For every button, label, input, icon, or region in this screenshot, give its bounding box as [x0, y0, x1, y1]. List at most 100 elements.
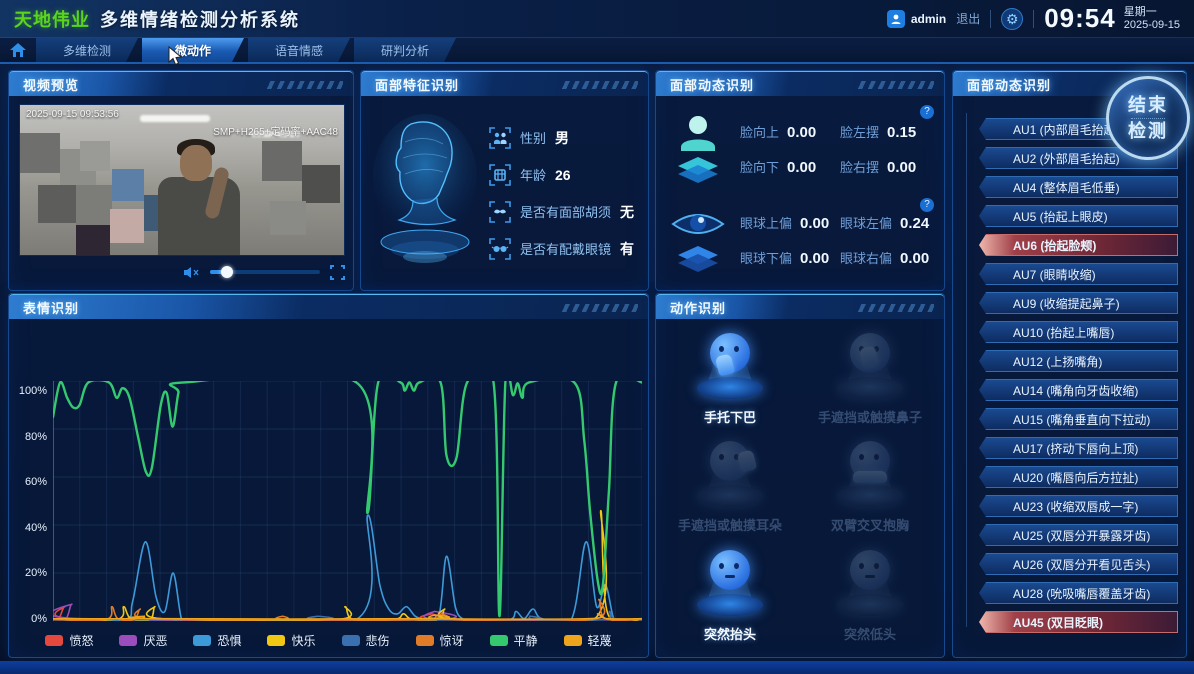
- head-pose-icon: [664, 113, 732, 185]
- panel-title: 面部特征识别: [361, 75, 459, 94]
- video-preview-panel: 视频预览 2025-09-15 09:53:56 SMP+H265+定码率+AA…: [8, 70, 354, 291]
- action-icon: [691, 441, 769, 507]
- feature-row-age: 年龄 26: [489, 164, 642, 186]
- expression-chart: 0%20% 40%60% 80%100%: [9, 319, 648, 621]
- panel-title: 视频预览: [9, 75, 79, 94]
- home-icon: [10, 43, 26, 57]
- au-item-au23: AU23 (收缩双唇成一字): [979, 495, 1178, 517]
- help-icon[interactable]: ?: [920, 105, 934, 119]
- divider: [1033, 10, 1034, 28]
- chart-legend: 愤怒 厌恶 恐惧 快乐 悲伤 惊讶 平静 轻蔑: [9, 632, 648, 649]
- line-chart: [53, 381, 642, 621]
- volume-knob[interactable]: [221, 266, 233, 278]
- head-pose-group: ? 脸向上 0.00 脸左摆 0.15 脸向: [664, 113, 936, 185]
- end-detection-button[interactable]: 结束 检测: [1106, 76, 1190, 160]
- fullscreen-icon[interactable]: [330, 265, 345, 280]
- au-status-dot: [962, 212, 971, 221]
- brand-logo: 天地伟业: [14, 6, 90, 32]
- panel-header: 面部动态识别: [656, 71, 944, 96]
- y-axis: 0%20% 40%60% 80%100%: [11, 381, 53, 621]
- header-decoration: [265, 81, 343, 89]
- gender-icon: [489, 127, 511, 149]
- face-dynamic-panel: 面部动态识别 ? 脸向上 0.00 脸左摆 0.15: [655, 70, 945, 291]
- feature-label: 是否有配戴眼镜: [520, 239, 611, 258]
- user-chip[interactable]: admin: [887, 10, 946, 28]
- au-item-au7: AU7 (眼睛收缩): [979, 263, 1178, 285]
- au-status-dot: [962, 415, 971, 424]
- feature-row-gender: 性别 男: [489, 127, 642, 149]
- au-status-dot: [962, 328, 971, 337]
- metric-face-down: 脸向下 0.00: [740, 157, 836, 176]
- au-item-au14: AU14 (嘴角向牙齿收缩): [979, 379, 1178, 401]
- clock-weekday: 星期一: [1124, 6, 1180, 19]
- button-divider: [1131, 118, 1165, 119]
- action-hand-touch-nose: 手遮挡或触摸鼻子: [800, 325, 940, 434]
- user-icon: [887, 10, 905, 28]
- tab-voice-emotion[interactable]: 语音情感: [248, 38, 350, 62]
- age-icon: [489, 164, 511, 186]
- metric-eye-left: 眼球左偏 0.24: [840, 213, 936, 232]
- metric-face-left: 脸左摆 0.15: [840, 122, 936, 141]
- metric-eye-down: 眼球下偏 0.00: [740, 248, 836, 267]
- metric-eye-up: 眼球上偏 0.00: [740, 213, 836, 232]
- feature-label: 年龄: [520, 165, 546, 184]
- action-sudden-head-down: 突然低头: [800, 542, 940, 651]
- action-icon: [831, 441, 909, 507]
- header-decoration: [856, 304, 934, 312]
- bottom-bar: [0, 661, 1194, 674]
- header-decoration: [856, 81, 934, 89]
- volume-slider[interactable]: [210, 270, 320, 274]
- au-item-au4: AU4 (整体眉毛低垂): [979, 176, 1178, 198]
- panel-header: 面部特征识别: [361, 71, 648, 96]
- au-item-au26: AU26 (双唇分开看见舌头): [979, 553, 1178, 575]
- feature-value: 男: [555, 128, 569, 148]
- panel-header: 表情识别: [9, 294, 648, 319]
- action-panel: 动作识别 手托下巴 手遮挡或触摸鼻子 手遮挡或: [655, 293, 945, 658]
- home-tab[interactable]: [0, 38, 36, 62]
- legend-surprise: 惊讶: [416, 632, 464, 649]
- action-hand-on-chin: 手托下巴: [660, 325, 800, 434]
- ceiling-light: [140, 115, 210, 122]
- tab-micro-action[interactable]: 微动作: [142, 38, 244, 62]
- au-item-au20: AU20 (嘴唇向后方拉扯): [979, 466, 1178, 488]
- panel-title: 面部动态识别: [656, 75, 754, 94]
- clock-time: 09:54: [1044, 3, 1116, 34]
- settings-gear-icon[interactable]: ⚙: [1001, 8, 1023, 30]
- feature-row-glasses: 是否有配戴眼镜 有: [489, 238, 642, 260]
- video-frame[interactable]: 2025-09-15 09:53:56 SMP+H265+定码率+AAC48: [19, 104, 345, 256]
- header-decoration: [560, 81, 638, 89]
- mosaic-block: [80, 141, 110, 171]
- au-status-dot: [962, 357, 971, 366]
- action-icon: [691, 550, 769, 616]
- tab-analysis[interactable]: 研判分析: [354, 38, 456, 62]
- panel-header: 动作识别: [656, 294, 944, 319]
- mosaic-block: [38, 185, 76, 223]
- legend-disgust: 厌恶: [119, 632, 167, 649]
- hologram-head-icon: [361, 96, 489, 290]
- mute-icon[interactable]: [184, 266, 200, 279]
- action-sudden-head-up: 突然抬头: [660, 542, 800, 651]
- mosaic-block: [262, 141, 302, 181]
- action-icon: [831, 550, 909, 616]
- divider: [990, 10, 991, 28]
- help-icon[interactable]: ?: [920, 198, 934, 212]
- metric-face-up: 脸向上 0.00: [740, 122, 836, 141]
- tab-multi-detect[interactable]: 多维检测: [36, 38, 138, 62]
- feature-row-beard: 是否有面部胡须 无: [489, 201, 642, 223]
- au-status-dot: [962, 183, 971, 192]
- logout-button[interactable]: 退出: [956, 10, 980, 27]
- au-status-dot: [962, 444, 971, 453]
- mosaic-block: [110, 209, 144, 243]
- au-status-dot-active: [962, 618, 971, 627]
- action-icon: [831, 333, 909, 399]
- expression-panel: 表情识别 0%20% 40%60% 80%100% 愤怒 厌恶 恐惧 快乐 悲伤…: [8, 293, 649, 658]
- au-item-au28: AU28 (吮吸嘴唇覆盖牙齿): [979, 582, 1178, 604]
- feature-label: 性别: [520, 128, 546, 147]
- au-item-au12: AU12 (上扬嘴角): [979, 350, 1178, 372]
- legend-calm: 平静: [490, 632, 538, 649]
- au-item-au10: AU10 (抬起上嘴唇): [979, 321, 1178, 343]
- au-item-au5: AU5 (抬起上眼皮): [979, 205, 1178, 227]
- au-status-dot: [962, 560, 971, 569]
- beard-icon: [489, 201, 511, 223]
- video-controls: [19, 262, 345, 282]
